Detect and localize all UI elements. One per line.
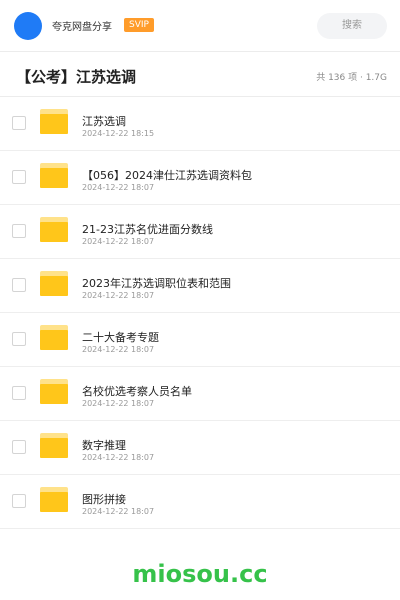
list-item[interactable]: 江苏选调 2024-12-22 18:15 [0, 97, 400, 151]
item-name: 数字推理 [82, 439, 126, 452]
select-checkbox[interactable] [12, 494, 26, 508]
item-date: 2024-12-22 18:07 [82, 237, 155, 246]
item-name: 图形拼接 [82, 493, 126, 506]
folder-icon [40, 217, 68, 242]
item-date: 2024-12-22 18:07 [82, 345, 155, 354]
item-name: 江苏选调 [82, 115, 126, 128]
item-name: 21-23江苏名优进面分数线 [82, 223, 213, 236]
share-header: 夸克网盘分享 SVIP 搜索 [0, 0, 400, 52]
folder-icon [40, 379, 68, 404]
select-checkbox[interactable] [12, 116, 26, 130]
folder-title-bar: 【公考】江苏选调 共 136 项 · 1.7G [0, 53, 400, 97]
item-name: 2023年江苏选调职位表和范围 [82, 277, 231, 290]
folder-icon [40, 109, 68, 134]
search-input[interactable]: 搜索 [317, 13, 387, 39]
list-item[interactable]: 二十大备考专题 2024-12-22 18:07 [0, 313, 400, 367]
select-checkbox[interactable] [12, 278, 26, 292]
item-date: 2024-12-22 18:07 [82, 507, 155, 516]
svip-badge: SVIP [124, 18, 154, 32]
item-name: 名校优选考察人员名单 [82, 385, 192, 398]
folder-icon [40, 325, 68, 350]
item-name: 【056】2024津仕江苏选调资料包 [82, 169, 252, 182]
item-date: 2024-12-22 18:15 [82, 129, 155, 138]
folder-icon [40, 487, 68, 512]
list-item[interactable]: 2023年江苏选调职位表和范围 2024-12-22 18:07 [0, 259, 400, 313]
list-item[interactable]: 图形拼接 2024-12-22 18:07 [0, 475, 400, 529]
list-item[interactable]: 名校优选考察人员名单 2024-12-22 18:07 [0, 367, 400, 421]
item-name: 二十大备考专题 [82, 331, 159, 344]
share-title: 夸克网盘分享 [52, 22, 112, 33]
item-date: 2024-12-22 18:07 [82, 453, 155, 462]
select-checkbox[interactable] [12, 440, 26, 454]
watermark: miosou.cc [132, 560, 268, 588]
select-checkbox[interactable] [12, 224, 26, 238]
item-date: 2024-12-22 18:07 [82, 399, 155, 408]
file-list: 江苏选调 2024-12-22 18:15 【056】2024津仕江苏选调资料包… [0, 97, 400, 529]
list-item[interactable]: 21-23江苏名优进面分数线 2024-12-22 18:07 [0, 205, 400, 259]
list-item[interactable]: 数字推理 2024-12-22 18:07 [0, 421, 400, 475]
list-item[interactable]: 【056】2024津仕江苏选调资料包 2024-12-22 18:07 [0, 151, 400, 205]
folder-icon [40, 433, 68, 458]
item-date: 2024-12-22 18:07 [82, 291, 155, 300]
folder-icon [40, 271, 68, 296]
select-checkbox[interactable] [12, 170, 26, 184]
select-checkbox[interactable] [12, 332, 26, 346]
page-title: 【公考】江苏选调 [16, 68, 137, 86]
folder-meta: 共 136 项 · 1.7G [316, 73, 387, 83]
item-date: 2024-12-22 18:07 [82, 183, 155, 192]
folder-icon [40, 163, 68, 188]
select-checkbox[interactable] [12, 386, 26, 400]
avatar[interactable] [14, 12, 42, 40]
